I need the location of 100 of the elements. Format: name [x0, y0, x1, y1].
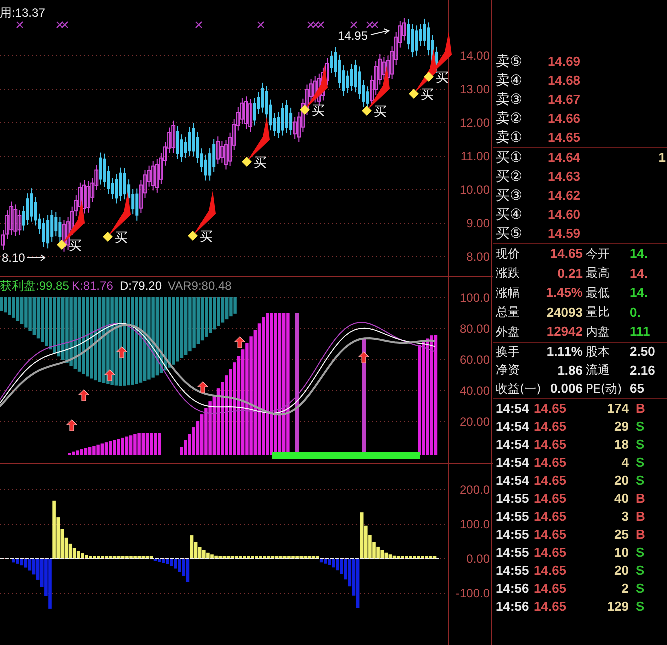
bid-price: 14.64 — [548, 150, 582, 165]
field-label: 最高 — [586, 265, 611, 282]
trade-side: S — [635, 580, 646, 596]
trade-time: 14:55 — [496, 544, 530, 560]
field-value: 65 — [630, 381, 646, 396]
field-value: 2.50 — [630, 344, 656, 360]
trade-side: B — [635, 490, 646, 506]
axis-tick-label: 12.00 — [460, 116, 490, 130]
field-label: 总量 — [496, 304, 521, 320]
field-label: 外盘 — [496, 324, 521, 340]
field-value: 1.11% — [546, 344, 584, 360]
trade-volume: 25 — [614, 526, 630, 542]
ask-label: 卖② — [496, 110, 524, 128]
trade-volume: 20 — [614, 562, 630, 578]
trade-side: B — [635, 508, 646, 524]
axis-tick-label: 100.0 — [460, 291, 490, 305]
field-value: 14.65 — [549, 246, 584, 262]
buy-signal-label: 买 — [436, 70, 449, 85]
bid-label: 买② — [496, 168, 524, 186]
ask-price: 14.67 — [548, 92, 582, 107]
axis-tick-label: 10.00 — [460, 183, 490, 197]
field-label: 现价 — [496, 246, 521, 262]
buy-signal-label: 买 — [421, 87, 434, 102]
axis-tick-label: 13.00 — [460, 82, 490, 96]
trade-side: S — [635, 598, 646, 614]
indicator-value-label: 用:13.37 — [0, 6, 46, 20]
trade-volume: 40 — [614, 490, 630, 506]
trade-price: 14.65 — [534, 598, 568, 614]
field-label: 内盘 — [586, 324, 611, 340]
field-value: 1.45% — [545, 285, 584, 300]
axis-tick-label: 8.00 — [466, 250, 490, 264]
field-label: 涨跌 — [496, 265, 521, 282]
trade-volume: 3 — [620, 508, 630, 524]
field-value: 0. — [630, 304, 642, 320]
trade-side: S — [635, 472, 646, 488]
trade-time: 14:54 — [496, 400, 530, 416]
ask-label: 卖① — [496, 128, 524, 146]
field-value: 0.006 — [549, 381, 584, 396]
legend-label: VAR9:80.48 — [168, 279, 232, 293]
field-label: 流通 — [586, 362, 611, 378]
trade-volume: 129 — [606, 598, 630, 614]
trade-side: S — [635, 436, 646, 452]
axis-tick-label: 11.00 — [460, 150, 490, 164]
axis-tick-label: -100.0 — [456, 586, 490, 600]
bid-volume: 1 — [658, 150, 667, 165]
field-value: 1.86 — [556, 362, 584, 378]
trade-time: 14:56 — [496, 580, 530, 596]
axis-tick-label: 9.00 — [466, 216, 490, 230]
legend-label: 获利盘:99.85 — [0, 279, 70, 293]
bid-label: 买① — [496, 148, 524, 166]
trade-volume: 20 — [614, 472, 630, 488]
field-label: 换手 — [496, 344, 521, 360]
trade-price: 14.65 — [534, 490, 568, 506]
trade-volume: 18 — [614, 436, 630, 452]
trade-side: S — [635, 418, 646, 434]
trade-time: 14:54 — [496, 472, 530, 488]
trade-price: 14.65 — [534, 508, 568, 524]
axis-tick-label: 20.00 — [460, 415, 490, 429]
buy-signal-label: 买 — [312, 103, 325, 118]
field-label: PE(动) — [586, 380, 624, 397]
trade-price: 14.65 — [534, 400, 568, 416]
axis-tick-label: 0.00 — [466, 552, 490, 566]
field-value: 24093 — [546, 304, 584, 320]
field-label: 股本 — [586, 344, 611, 360]
trade-volume: 2 — [620, 580, 630, 596]
ask-price: 14.68 — [548, 73, 582, 88]
field-label: 最低 — [586, 284, 611, 301]
buy-signal-label: 买 — [69, 238, 82, 253]
legend-label: D:79.20 — [120, 279, 162, 293]
trade-volume: 10 — [614, 544, 630, 560]
trade-side: S — [635, 562, 646, 578]
buy-signal-label: 买 — [254, 155, 267, 170]
trade-side: S — [635, 454, 646, 470]
trade-side: B — [635, 400, 646, 416]
bid-price: 14.59 — [548, 226, 582, 241]
bid-label: 买④ — [496, 206, 524, 224]
trade-price: 14.65 — [534, 526, 568, 542]
field-value: 14. — [630, 246, 650, 262]
ask-label: 卖③ — [496, 90, 524, 108]
axis-tick-label: 200.0 — [460, 483, 490, 497]
trade-time: 14:56 — [496, 598, 530, 614]
bid-price: 14.62 — [548, 188, 582, 203]
bid-label: 买③ — [496, 186, 524, 204]
axis-tick-label: 100.0 — [460, 518, 490, 532]
trade-time: 14:55 — [496, 562, 530, 578]
trade-side: S — [635, 544, 646, 560]
field-label: 净资 — [496, 362, 521, 378]
buy-signal-label: 买 — [200, 229, 213, 244]
axis-tick-label: 80.00 — [460, 322, 490, 336]
ask-price: 14.69 — [548, 54, 582, 69]
field-value: 111 — [630, 324, 652, 340]
bid-price: 14.63 — [548, 169, 582, 184]
trade-time: 14:54 — [496, 436, 530, 452]
trade-price: 14.65 — [534, 580, 568, 596]
trade-volume: 29 — [614, 418, 630, 434]
legend-label: K:81.76 — [72, 279, 114, 293]
trade-time: 14:55 — [496, 490, 530, 506]
trade-time: 14:54 — [496, 454, 530, 470]
field-label: 收益(一) — [496, 380, 542, 397]
buy-signal-label: 买 — [374, 104, 387, 119]
